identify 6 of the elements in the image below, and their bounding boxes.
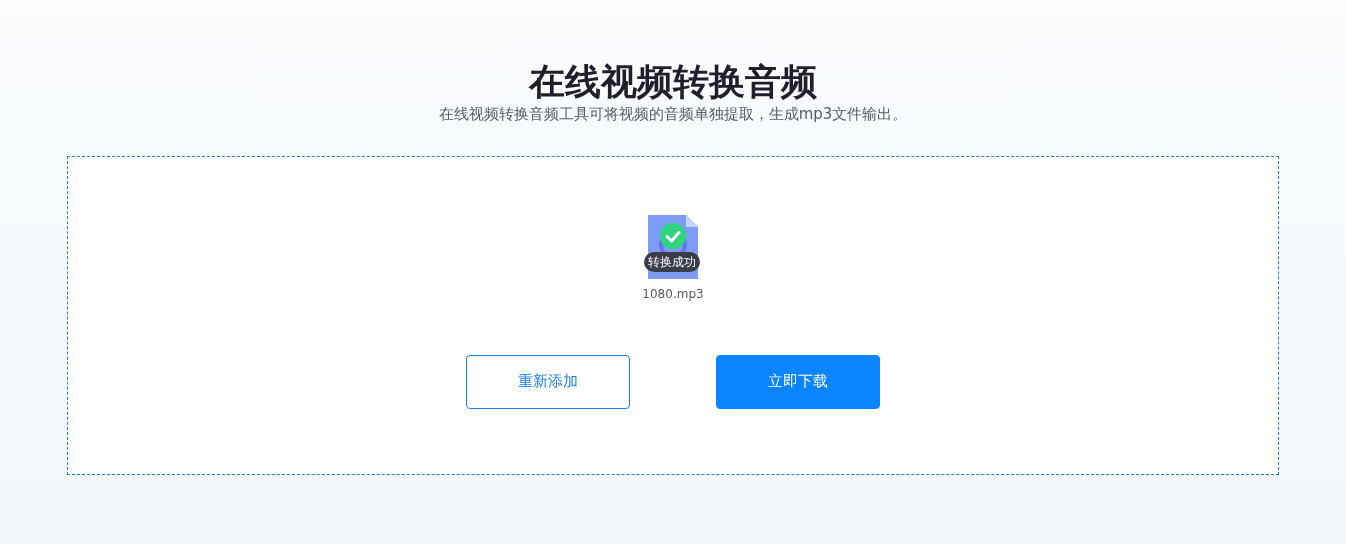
file-name: 1080.mp3 xyxy=(642,285,704,303)
re-add-button[interactable]: 重新添加 xyxy=(466,354,630,409)
page-title: 在线视频转换音频 xyxy=(529,62,817,102)
status-label: 转换成功 xyxy=(644,251,700,272)
download-button[interactable]: 立即下载 xyxy=(716,354,880,409)
page-subtitle: 在线视频转换音频工具可将视频的音频单独提取，生成mp3文件输出。 xyxy=(438,104,908,123)
